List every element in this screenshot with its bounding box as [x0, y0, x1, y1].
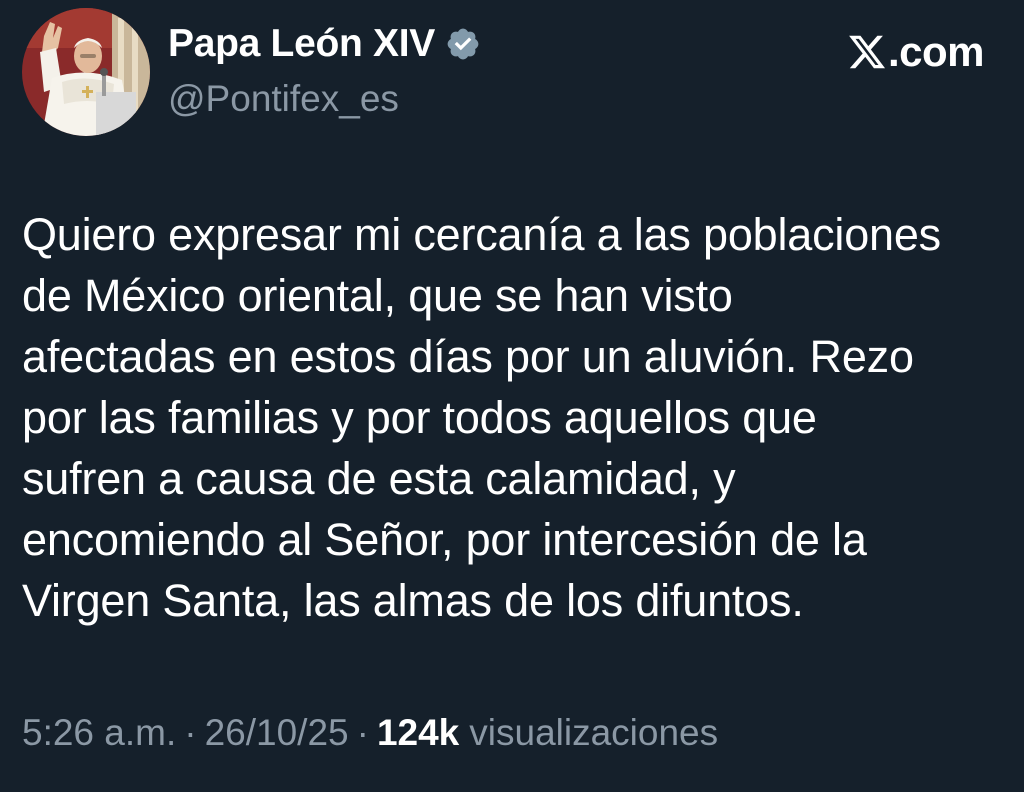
- tweet-card: Papa León XIV @Pontifex_es .com Quiero e…: [0, 0, 1024, 792]
- tweet-body: Quiero expresar mi cercanía a las poblac…: [22, 209, 941, 626]
- x-brand: .com: [847, 28, 985, 76]
- pope-avatar-icon: [22, 8, 150, 136]
- meta-separator: ·: [184, 712, 197, 753]
- tweet-meta: 5:26 a.m. · 26/10/25 · 124k visualizacio…: [22, 712, 718, 754]
- tweet-date[interactable]: 26/10/25: [205, 712, 349, 754]
- brand-domain-text: .com: [887, 28, 985, 75]
- x-logo-icon: [849, 35, 886, 69]
- author-handle[interactable]: @Pontifex_es: [168, 78, 399, 120]
- author-display-name[interactable]: Papa León XIV: [168, 22, 481, 66]
- views-count: 124k: [376, 712, 460, 753]
- views-label: visualizaciones: [469, 712, 719, 753]
- avatar[interactable]: [22, 8, 150, 136]
- tweet-time[interactable]: 5:26 a.m.: [22, 712, 176, 754]
- author-name-text: Papa León XIV: [168, 22, 436, 65]
- verified-badge-icon: [447, 28, 479, 60]
- meta-separator: ·: [356, 712, 369, 753]
